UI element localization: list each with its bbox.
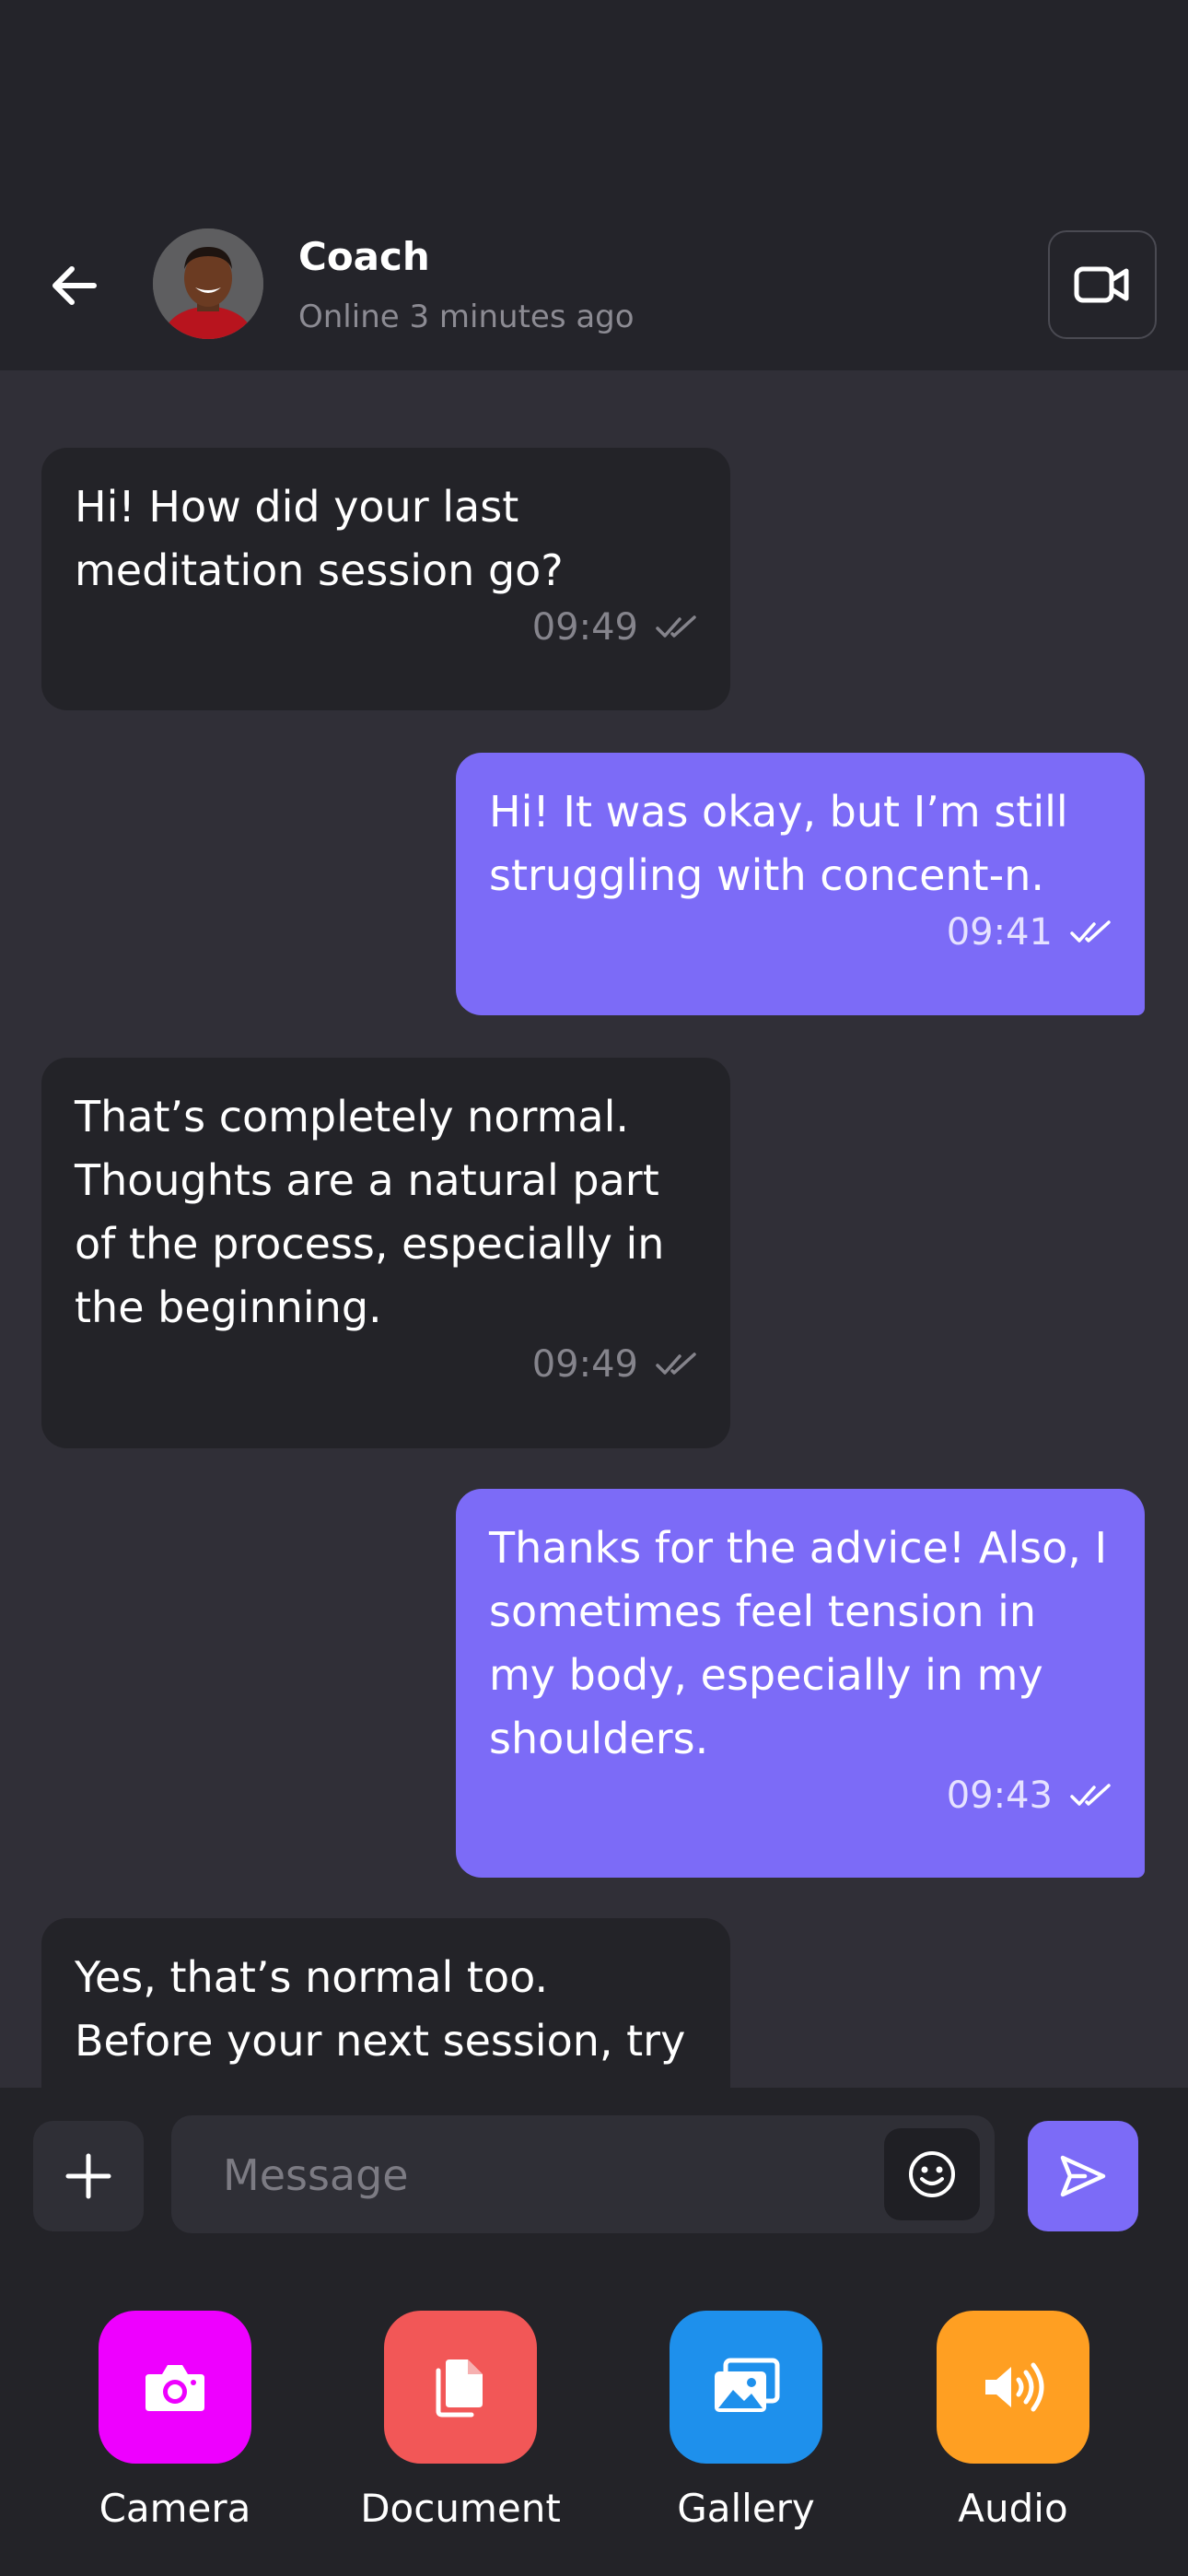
audio-label: Audio (958, 2486, 1068, 2531)
double-check-icon (1070, 1784, 1111, 1806)
gallery-icon (715, 2358, 780, 2412)
contact-name[interactable]: Coach (298, 232, 430, 282)
back-button[interactable] (46, 258, 101, 313)
gallery-tile[interactable] (670, 2311, 822, 2464)
message-text: Thanks for the advice! Also, I sometimes… (489, 1523, 1108, 1763)
attach-audio-option[interactable]: Audio (903, 2311, 1124, 2534)
document-icon (436, 2359, 483, 2418)
message-incoming[interactable]: Hi! How did your last meditation session… (41, 448, 730, 710)
chat-header: Coach Online 3 minutes ago (0, 0, 1188, 370)
arrow-left-icon (52, 266, 97, 305)
message-meta: 09:49 (75, 603, 697, 652)
emoji-button[interactable] (884, 2128, 980, 2220)
attach-gallery-option[interactable]: Gallery (635, 2311, 856, 2534)
smiley-icon (909, 2151, 955, 2197)
speaker-icon (985, 2362, 1044, 2412)
message-incoming[interactable]: That’s completely normal. Thoughts are a… (41, 1058, 730, 1448)
send-icon (1060, 2155, 1106, 2197)
document-tile[interactable] (384, 2311, 537, 2464)
attach-document-option[interactable]: Document (350, 2311, 571, 2534)
message-outgoing[interactable]: Hi! It was okay, but I’m still strugglin… (456, 753, 1145, 1015)
message-incoming[interactable]: Yes, that’s normal too. Before your next… (41, 1918, 730, 2088)
composer-panel: Camera Document Gallery (0, 2088, 1188, 2576)
camera-tile[interactable] (99, 2311, 251, 2464)
message-text: Hi! How did your last meditation session… (75, 482, 564, 595)
message-time: 09:41 (946, 911, 1053, 954)
message-meta: 09:43 (489, 1771, 1112, 1821)
message-input[interactable] (221, 2115, 851, 2235)
message-text: Yes, that’s normal too. Before your next… (75, 1952, 686, 2066)
camera-label: Camera (99, 2486, 251, 2531)
message-meta: 09:41 (489, 907, 1112, 957)
message-meta: 09:49 (75, 1340, 697, 1389)
contact-status: Online 3 minutes ago (298, 299, 635, 335)
message-text: That’s completely normal. Thoughts are a… (75, 1092, 665, 1332)
message-time: 09:43 (946, 1774, 1053, 1817)
video-camera-icon (1074, 266, 1129, 303)
message-outgoing[interactable]: Thanks for the advice! Also, I sometimes… (456, 1489, 1145, 1878)
send-button[interactable] (1028, 2121, 1138, 2231)
attach-button[interactable] (33, 2121, 144, 2231)
message-time: 09:49 (531, 1343, 638, 1386)
avatar[interactable] (153, 228, 263, 339)
document-label: Document (360, 2486, 561, 2531)
message-field (171, 2115, 995, 2235)
message-list[interactable]: Hi! How did your last meditation session… (0, 370, 1188, 2088)
video-call-button[interactable] (1048, 230, 1157, 339)
attach-camera-option[interactable]: Camera (64, 2311, 285, 2534)
double-check-icon (656, 1352, 696, 1375)
audio-tile[interactable] (937, 2311, 1089, 2464)
plus-icon (65, 2153, 111, 2199)
double-check-icon (1070, 920, 1111, 943)
gallery-label: Gallery (677, 2486, 815, 2531)
message-text: Hi! It was okay, but I’m still strugglin… (489, 787, 1068, 900)
double-check-icon (656, 615, 696, 638)
camera-icon (146, 2365, 204, 2411)
message-time: 09:49 (531, 606, 638, 649)
